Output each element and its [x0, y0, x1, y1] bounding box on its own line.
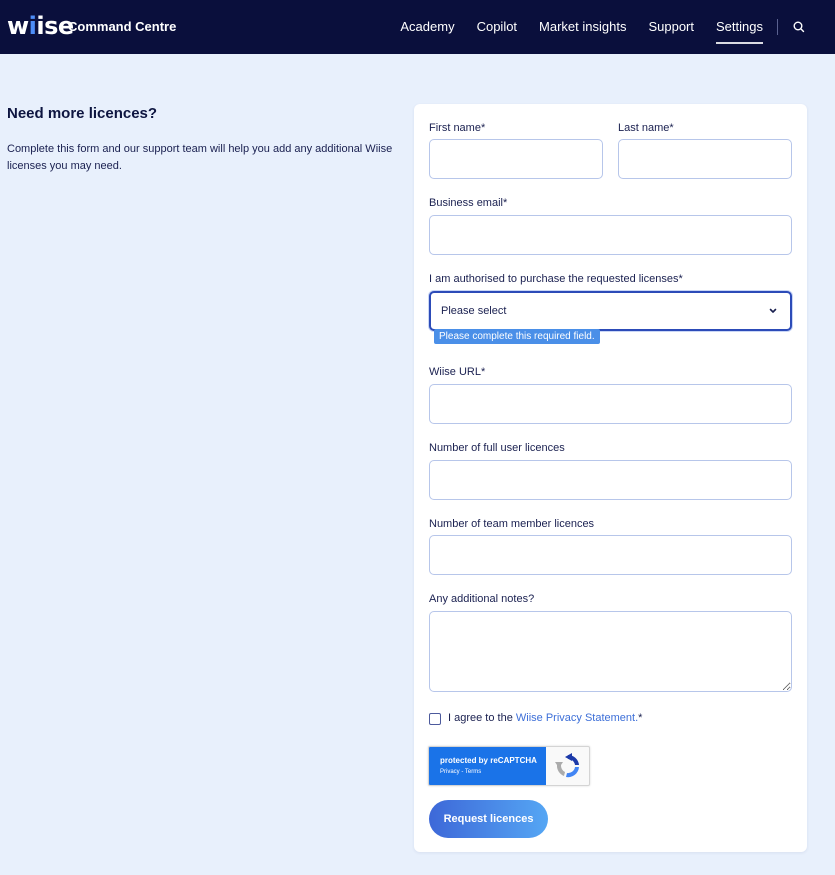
- recaptcha-widget[interactable]: protected by reCAPTCHA Privacy - Terms: [428, 746, 590, 786]
- first-name-input[interactable]: [429, 139, 603, 179]
- first-name-label: First name*: [429, 122, 486, 134]
- nav-settings[interactable]: Settings: [716, 19, 763, 44]
- nav-divider: [777, 19, 778, 35]
- required-field-error: Please complete this required field.: [434, 329, 600, 344]
- recaptcha-badge: protected by reCAPTCHA Privacy - Terms: [429, 747, 546, 785]
- wiise-url-label: Wiise URL*: [429, 366, 486, 378]
- last-name-input[interactable]: [618, 139, 792, 179]
- business-email-input[interactable]: [429, 215, 792, 255]
- search-icon[interactable]: [789, 17, 809, 37]
- privacy-consent-text: I agree to the Wiise Privacy Statement.*: [448, 711, 642, 725]
- recaptcha-title: protected by reCAPTCHA: [440, 756, 537, 765]
- recaptcha-logo-icon: [555, 753, 579, 778]
- nav-market-insights[interactable]: Market insights: [539, 19, 626, 35]
- authorised-select-value: Please select: [441, 305, 507, 317]
- nav-copilot[interactable]: Copilot: [477, 19, 517, 35]
- consent-suffix: *: [638, 712, 643, 724]
- business-email-label: Business email*: [429, 197, 508, 209]
- notes-textarea[interactable]: [429, 611, 792, 692]
- wiise-url-input[interactable]: [429, 384, 792, 424]
- last-name-label: Last name*: [618, 122, 674, 134]
- logo-text: wiise: [7, 12, 74, 40]
- nav-academy[interactable]: Academy: [400, 19, 454, 35]
- privacy-consent-checkbox[interactable]: [429, 713, 441, 725]
- authorised-select[interactable]: Please select: [429, 291, 792, 331]
- recaptcha-links[interactable]: Privacy - Terms: [440, 769, 481, 775]
- authorised-label: I am authorised to purchase the requeste…: [429, 273, 683, 285]
- intro-description: Complete this form and our support team …: [7, 143, 393, 172]
- team-member-licences-label: Number of team member licences: [429, 518, 595, 530]
- page-title: Need more licences?: [7, 105, 158, 122]
- top-navigation-bar: wiise Command Centre Academy Copilot Mar…: [0, 0, 835, 54]
- full-user-licences-label: Number of full user licences: [429, 442, 565, 454]
- privacy-statement-link[interactable]: Wiise Privacy Statement.: [516, 712, 638, 724]
- nav-support[interactable]: Support: [648, 19, 694, 35]
- main-nav: Academy Copilot Market insights Support …: [400, 0, 835, 54]
- chevron-down-icon: [769, 308, 777, 313]
- app-title: Command Centre: [68, 19, 177, 34]
- licence-request-form: First name* Last name* Business email* I…: [414, 104, 807, 852]
- request-licences-button[interactable]: Request licences: [429, 800, 548, 838]
- notes-label: Any additional notes?: [429, 593, 535, 605]
- consent-prefix: I agree to the: [448, 712, 516, 724]
- wiise-logo[interactable]: wiise: [7, 12, 74, 40]
- full-user-licences-input[interactable]: [429, 460, 792, 500]
- team-member-licences-input[interactable]: [429, 535, 792, 575]
